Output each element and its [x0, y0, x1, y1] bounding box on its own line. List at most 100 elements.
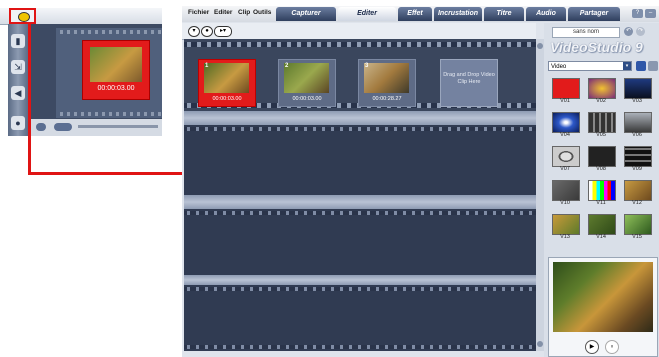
library-thumbnail [588, 78, 616, 99]
app-logo: VideoStudio 9 [550, 39, 643, 55]
chevron-down-icon[interactable]: ▾ [623, 62, 631, 70]
capture-icon[interactable]: ● [201, 26, 213, 37]
drop-zone-label: Drag and Drop Video Clip Here [443, 72, 495, 85]
menu-clip[interactable]: Clip [238, 9, 250, 16]
clip-thumbnail-image [284, 63, 329, 93]
track-divider [184, 275, 536, 285]
library-item[interactable]: V08 [586, 144, 616, 174]
library-thumbnail [552, 146, 580, 167]
library-item[interactable]: V03 [622, 76, 652, 106]
videostudio-window: Fichier Editer Clip Outils Capturer Edit… [182, 6, 659, 357]
tab-audio[interactable]: Audio [526, 7, 566, 21]
library-item-label: V06 [632, 132, 642, 138]
tab-effet[interactable]: Effet [398, 7, 432, 21]
undo-icon[interactable]: ↶ [624, 27, 633, 36]
library-item[interactable]: V05 [586, 110, 616, 140]
menu-editer[interactable]: Editer [214, 9, 232, 16]
library-item-label: V11 [596, 200, 606, 206]
inset-sidebar: ▮ ⇲ ◀ ● [8, 24, 28, 136]
library-item[interactable]: V13 [550, 212, 580, 242]
clip-number: 3 [365, 63, 369, 69]
menu-outils[interactable]: Outils [253, 9, 271, 16]
library-item[interactable]: V01 [550, 76, 580, 106]
library-thumbnail [624, 180, 652, 201]
clip-2[interactable]: 2 00:00:03.00 [278, 59, 336, 107]
library-thumbnail [552, 78, 580, 99]
title-track [184, 209, 536, 275]
library-select-value: Video [551, 64, 567, 70]
library-item[interactable]: V15 [622, 212, 652, 242]
view-toggle-icon[interactable]: ▸▾ [214, 26, 232, 37]
drop-zone[interactable]: Drag and Drop Video Clip Here [440, 59, 498, 107]
tab-incrustation[interactable]: Incrustation [434, 7, 482, 21]
callout-arrow-horizontal [28, 172, 203, 175]
track-divider [184, 111, 536, 125]
library-item-label: V09 [632, 166, 642, 172]
redo-icon[interactable]: ↷ [636, 27, 645, 36]
library-item[interactable]: V09 [622, 144, 652, 174]
pause-icon[interactable]: ⏸ [605, 340, 619, 354]
tab-editer[interactable]: Editer [338, 7, 396, 21]
inset-clip-timecode: 00:00:03.00 [97, 85, 135, 92]
project-name-field[interactable]: sans nom [552, 27, 620, 38]
clip-number: 1 [205, 63, 209, 69]
dropdown-icon[interactable]: ▾ [188, 26, 200, 37]
menu-fichier[interactable]: Fichier [188, 9, 209, 16]
capture-icon [18, 12, 30, 22]
clip-timecode: 00:00:03.00 [212, 96, 242, 102]
track-divider [184, 195, 536, 209]
library-item[interactable]: V07 [550, 144, 580, 174]
minimize-button[interactable]: – [645, 9, 656, 18]
library-item[interactable]: V06 [622, 110, 652, 140]
library-options-button[interactable] [648, 61, 658, 71]
capture-icon-highlight[interactable] [9, 8, 36, 24]
clip-1[interactable]: 1 00:00:03.00 [198, 59, 256, 107]
library-item[interactable]: V11 [586, 178, 616, 208]
library-item[interactable]: V12 [622, 178, 652, 208]
sidebar-button[interactable]: ⇲ [11, 60, 25, 74]
video-track: 1 00:00:03.00 2 00:00:03.00 3 00:00:28.2… [184, 39, 536, 111]
inset-clip-thumbnail[interactable]: 00:00:03.00 [82, 40, 150, 100]
tab-capturer[interactable]: Capturer [276, 7, 336, 21]
inset-zoom-bar [28, 119, 162, 136]
scroll-down-icon[interactable] [537, 341, 543, 347]
storyboard: 1 00:00:03.00 2 00:00:03.00 3 00:00:28.2… [184, 39, 536, 351]
library-thumbnail [552, 112, 580, 133]
library-item[interactable]: V14 [586, 212, 616, 242]
storyboard-toolbar: ▾ ● ▸▾ [182, 23, 536, 40]
sidebar-button[interactable]: ▮ [11, 34, 25, 48]
zoomed-inset: ▮ ⇲ ◀ ● 00:00:03.00 [0, 0, 162, 140]
play-icon[interactable]: ▶ [585, 340, 599, 354]
callout-arrow-vertical [28, 24, 31, 174]
scroll-up-icon[interactable] [537, 43, 543, 49]
library-item-label: V14 [596, 234, 606, 240]
library-item[interactable]: V04 [550, 110, 580, 140]
library-item-label: V07 [560, 166, 570, 172]
storyboard-scrollbar[interactable] [536, 39, 544, 351]
library-item-label: V13 [560, 234, 570, 240]
library-thumbnail [588, 112, 616, 133]
library-thumbnail [588, 214, 616, 235]
library-item[interactable]: V02 [586, 76, 616, 106]
zoom-in-button[interactable] [54, 123, 72, 131]
clip-thumbnail-image [204, 63, 249, 93]
clip-thumbnail-image [364, 63, 409, 93]
record-icon[interactable]: ● [11, 116, 25, 130]
sidebar-button[interactable]: ◀ [11, 86, 25, 100]
menu-bar: Fichier Editer Clip Outils Capturer Edit… [182, 6, 659, 22]
library-select[interactable]: Video ▾ [548, 61, 632, 71]
library-thumbnail [552, 214, 580, 235]
library-thumbnail [624, 146, 652, 167]
zoom-slider[interactable] [78, 125, 158, 128]
tab-partager[interactable]: Partager [568, 7, 620, 21]
help-button[interactable]: ? [632, 9, 643, 18]
library-item-label: V04 [560, 132, 570, 138]
library-item[interactable]: V10 [550, 178, 580, 208]
library-item-label: V10 [560, 200, 570, 206]
clip-3[interactable]: 3 00:00:28.27 [358, 59, 416, 107]
zoom-out-button[interactable] [36, 123, 46, 131]
library-add-button[interactable] [636, 61, 646, 71]
library-panel: sans nom ↶ ↷ VideoStudio 9 Video ▾ V01 V… [544, 23, 659, 357]
library-thumbnail [588, 146, 616, 167]
tab-titre[interactable]: Titre [484, 7, 524, 21]
